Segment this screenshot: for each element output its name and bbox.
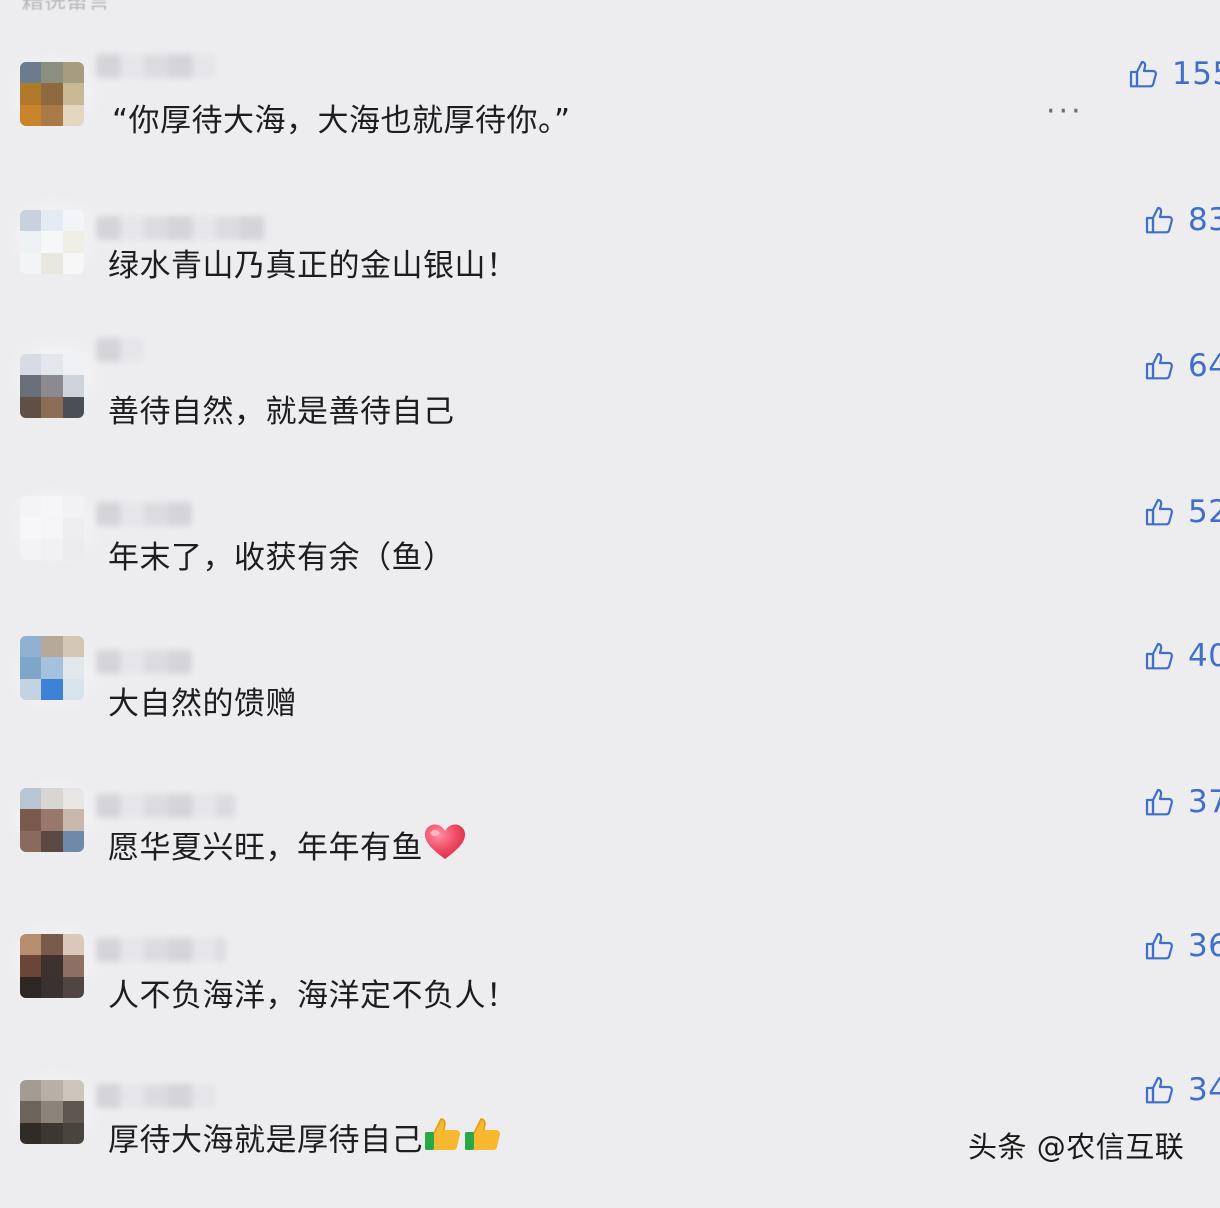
avatar[interactable]: [20, 354, 84, 418]
thumbs-up-emoji-icon: [463, 1114, 503, 1164]
comment-item: 愿华夏兴旺，年年有鱼 37: [0, 770, 1220, 916]
avatar[interactable]: [20, 62, 84, 126]
avatar[interactable]: [20, 210, 84, 274]
like-count: 155: [1172, 56, 1220, 92]
comment-text: 年末了，收获有余（鱼）: [108, 540, 455, 576]
thumbs-up-outline-icon: [1128, 58, 1160, 90]
username-blurred[interactable]: [96, 54, 216, 78]
thumbs-up-emoji-icon: [423, 1114, 463, 1164]
thumbs-up-outline-icon: [1144, 930, 1176, 962]
avatar[interactable]: [20, 934, 84, 998]
like-count: 37: [1188, 784, 1220, 820]
comment-item: 年末了，收获有余（鱼） 52: [0, 478, 1220, 624]
avatar[interactable]: [20, 788, 84, 852]
like-button[interactable]: 40: [1144, 638, 1220, 674]
like-button[interactable]: 36: [1144, 928, 1220, 964]
comment-item: “你厚待大海，大海也就厚待你。” ··· 155: [0, 40, 1220, 186]
like-count: 52: [1188, 494, 1220, 530]
comment-text: 厚待大海就是厚待自己: [108, 1122, 423, 1159]
source-watermark: 头条 @农信互联: [968, 1130, 1185, 1164]
comment-text-with-emoji: 愿华夏兴旺，年年有鱼: [108, 824, 467, 871]
like-button[interactable]: 37: [1144, 784, 1220, 820]
thumbs-up-outline-icon: [1144, 496, 1176, 528]
comment-text-with-emoji: 厚待大海就是厚待自己: [108, 1118, 503, 1164]
comment-text: 愿华夏兴旺，年年有鱼: [108, 830, 423, 866]
like-count: 40: [1188, 638, 1220, 674]
username-blurred[interactable]: [96, 1084, 216, 1108]
more-options-button[interactable]: ···: [1046, 97, 1084, 127]
like-count: 34: [1188, 1072, 1220, 1108]
comment-text: 大自然的馈赠: [108, 686, 297, 722]
red-heart-emoji-icon: [423, 823, 467, 871]
like-button[interactable]: 155: [1128, 56, 1220, 92]
comment-text: 绿水青山乃真正的金山银山！: [108, 248, 518, 284]
comment-text: 人不负海洋，海洋定不负人！: [108, 978, 518, 1014]
comment-item: 人不负海洋，海洋定不负人！ 36: [0, 916, 1220, 1062]
comment-item: 绿水青山乃真正的金山银山！ 83: [0, 186, 1220, 332]
like-button[interactable]: 52: [1144, 494, 1220, 530]
thumbs-up-outline-icon: [1144, 640, 1176, 672]
thumbs-up-outline-icon: [1144, 786, 1176, 818]
username-blurred[interactable]: [96, 938, 226, 962]
section-header-cutoff: 精选留言: [22, 0, 110, 10]
username-blurred[interactable]: [96, 216, 266, 240]
username-blurred[interactable]: [96, 338, 144, 362]
username-blurred[interactable]: [96, 502, 192, 526]
comment-item: 善待自然，就是善待自己 64: [0, 332, 1220, 478]
comment-item: 大自然的馈赠 40: [0, 624, 1220, 770]
comment-text: 善待自然，就是善待自己: [108, 394, 455, 430]
like-button[interactable]: 64: [1144, 348, 1220, 384]
like-count: 83: [1188, 202, 1220, 238]
like-count: 36: [1188, 928, 1220, 964]
avatar[interactable]: [20, 1080, 84, 1144]
thumbs-up-outline-icon: [1144, 204, 1176, 236]
like-button[interactable]: 34: [1144, 1072, 1220, 1108]
username-blurred[interactable]: [96, 650, 192, 674]
avatar[interactable]: [20, 496, 84, 560]
thumbs-up-outline-icon: [1144, 350, 1176, 382]
like-button[interactable]: 83: [1144, 202, 1220, 238]
like-count: 64: [1188, 348, 1220, 384]
username-blurred[interactable]: [96, 794, 236, 818]
comment-text: “你厚待大海，大海也就厚待你。”: [112, 103, 571, 139]
thumbs-up-outline-icon: [1144, 1074, 1176, 1106]
avatar[interactable]: [20, 636, 84, 700]
